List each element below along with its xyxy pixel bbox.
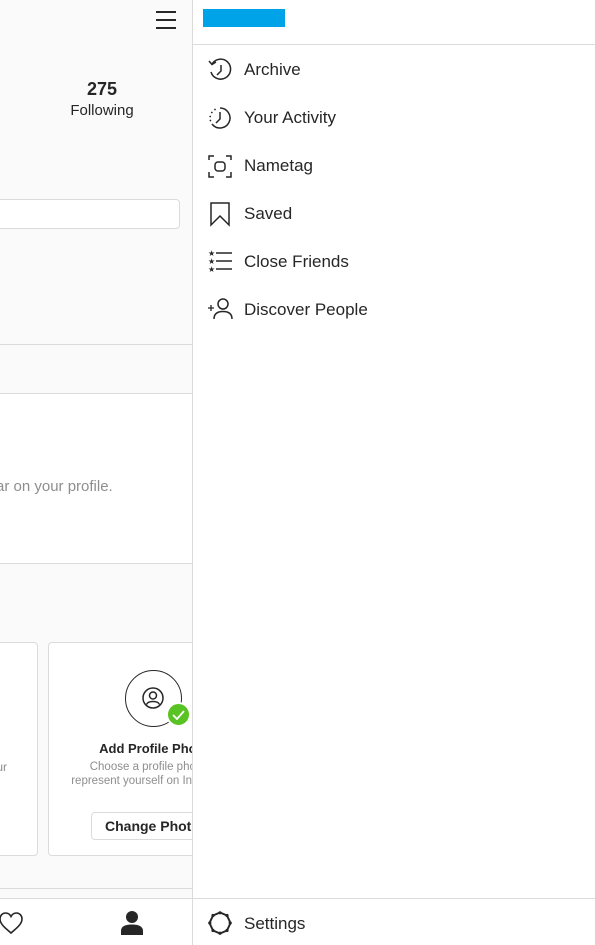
empty-posts-hint: ar on your profile. bbox=[0, 478, 113, 495]
nametag-icon bbox=[208, 155, 232, 178]
activity-icon bbox=[209, 107, 231, 129]
archive-icon bbox=[208, 58, 232, 80]
menu-item-nametag[interactable]: Nametag bbox=[193, 142, 595, 190]
menu-item-settings[interactable]: Settings bbox=[193, 898, 595, 945]
following-stat[interactable]: 275 Following bbox=[52, 78, 152, 122]
menu-item-close-friends[interactable]: ★ ★ ★ Close Friends bbox=[193, 238, 595, 286]
divider bbox=[0, 563, 192, 564]
menu-item-label: Discover People bbox=[244, 300, 368, 319]
divider bbox=[0, 888, 192, 889]
heart-icon[interactable] bbox=[0, 911, 24, 935]
suggestion-card: ur bbox=[0, 642, 38, 856]
drawer-menu: Archive Your Activity Nametag Saved ★ ★ … bbox=[193, 46, 595, 334]
username-redacted bbox=[203, 9, 285, 27]
saved-icon bbox=[210, 202, 230, 227]
profile-icon[interactable] bbox=[120, 910, 144, 936]
app-root: 275 Following ar on your profile. ur Add bbox=[0, 0, 595, 945]
menu-item-label: Nametag bbox=[244, 156, 313, 175]
menu-item-your-activity[interactable]: Your Activity bbox=[193, 94, 595, 142]
close-friends-icon: ★ ★ ★ bbox=[208, 249, 232, 274]
person-outline-icon bbox=[142, 687, 164, 709]
menu-item-discover-people[interactable]: Discover People bbox=[193, 286, 595, 334]
edit-profile-button[interactable] bbox=[0, 199, 180, 229]
menu-item-label: Archive bbox=[244, 60, 301, 79]
card-description-line: represent yourself on Instagram. bbox=[71, 775, 193, 787]
following-count: 275 bbox=[86, 79, 118, 99]
card-description-line: Choose a profile photo to bbox=[89, 761, 192, 773]
check-badge-icon bbox=[166, 702, 191, 727]
menu-item-archive[interactable]: Archive bbox=[193, 46, 595, 94]
change-photo-button[interactable]: Change Photo bbox=[91, 812, 192, 840]
divider bbox=[0, 344, 192, 345]
menu-item-saved[interactable]: Saved bbox=[193, 190, 595, 238]
discover-people-icon bbox=[208, 298, 233, 320]
menu-item-label: Saved bbox=[244, 204, 293, 223]
menu-item-label: Settings bbox=[244, 914, 306, 933]
drawer-header bbox=[193, 0, 595, 45]
menu-item-label: Close Friends bbox=[244, 252, 349, 271]
side-drawer: Archive Your Activity Nametag Saved ★ ★ … bbox=[193, 0, 595, 945]
card-description: Choose a profile photo to represent your… bbox=[49, 760, 193, 788]
menu-hamburger-icon[interactable] bbox=[156, 11, 176, 29]
settings-icon bbox=[208, 911, 232, 935]
bottom-nav bbox=[0, 898, 192, 945]
add-profile-photo-card: Add Profile Photo Choose a profile photo… bbox=[48, 642, 193, 856]
card-title: Add Profile Photo bbox=[99, 741, 192, 756]
card-description: ur bbox=[0, 760, 7, 774]
following-label: Following bbox=[70, 102, 134, 119]
svg-text:★: ★ bbox=[208, 265, 215, 274]
profile-page: 275 Following ar on your profile. ur Add bbox=[0, 0, 193, 945]
menu-item-label: Your Activity bbox=[244, 108, 336, 127]
